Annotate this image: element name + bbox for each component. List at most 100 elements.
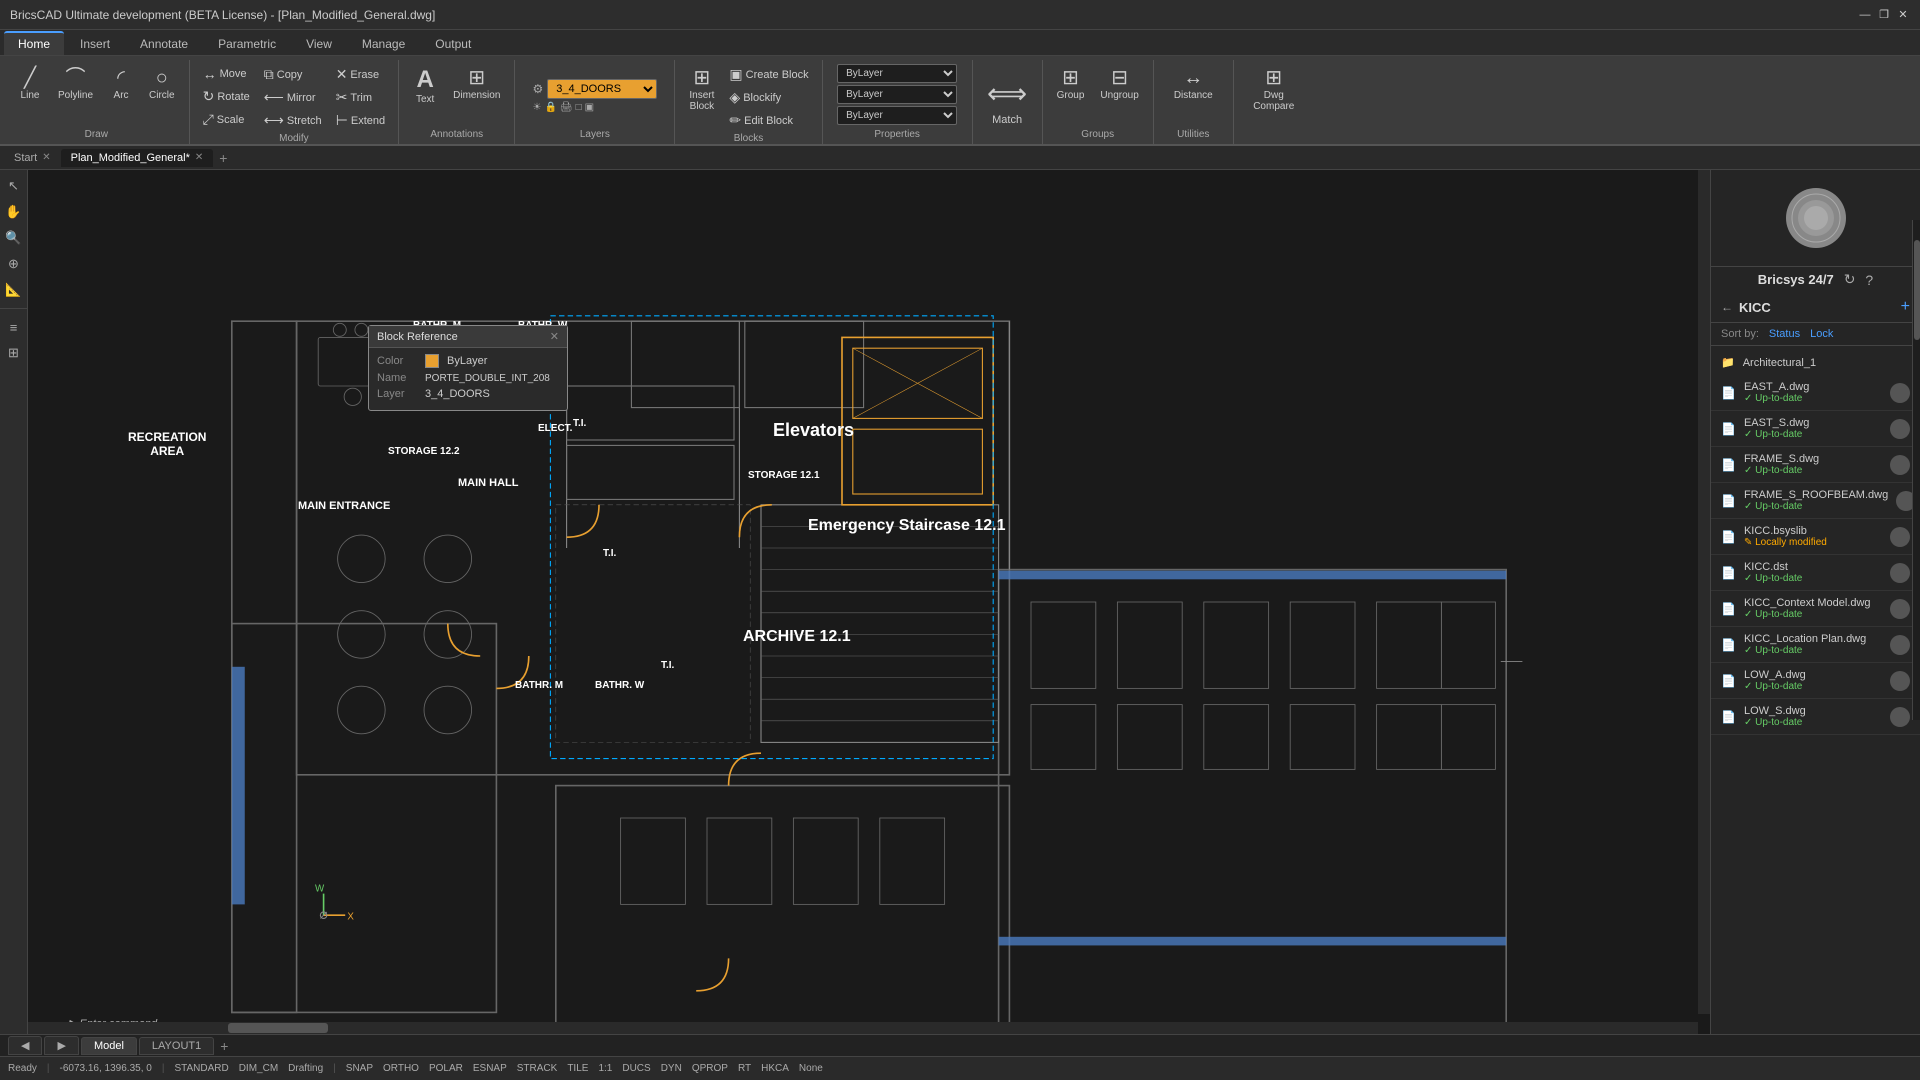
file-status: ✓ Up-to-date bbox=[1744, 609, 1882, 620]
tab-parametric[interactable]: Parametric bbox=[204, 33, 290, 55]
rt-status[interactable]: RT bbox=[738, 1063, 751, 1074]
dimension-button[interactable]: ⊞ Dimension bbox=[447, 64, 506, 105]
popup-close-button[interactable]: ✕ bbox=[550, 330, 559, 343]
mirror-button[interactable]: ⟵ Mirror bbox=[259, 87, 327, 108]
tile-status[interactable]: TILE bbox=[567, 1063, 588, 1074]
doc-tab-start[interactable]: Start ✕ bbox=[4, 149, 61, 167]
ungroup-button[interactable]: ⊟ Ungroup bbox=[1094, 64, 1144, 105]
file-east-a[interactable]: 📄 EAST_A.dwg ✓ Up-to-date bbox=[1711, 375, 1920, 411]
dwg-compare-button[interactable]: ⊞ DwgCompare bbox=[1247, 64, 1300, 116]
properties-tool[interactable]: ⊞ bbox=[2, 341, 26, 365]
sort-lock-button[interactable]: Lock bbox=[1810, 328, 1833, 340]
text-button[interactable]: A Text bbox=[407, 64, 443, 109]
layer-btn-4[interactable]: □ bbox=[576, 102, 582, 113]
layout-tab-model[interactable]: Model bbox=[81, 1037, 137, 1055]
maximize-button[interactable]: ❐ bbox=[1877, 8, 1891, 22]
file-low-s[interactable]: 📄 LOW_S.dwg ✓ Up-to-date bbox=[1711, 699, 1920, 735]
file-frame-s[interactable]: 📄 FRAME_S.dwg ✓ Up-to-date bbox=[1711, 447, 1920, 483]
minimize-button[interactable]: — bbox=[1858, 8, 1872, 22]
line-button[interactable]: ╱ Line bbox=[12, 64, 48, 105]
measure-tool[interactable]: 📐 bbox=[2, 278, 26, 302]
polyline-button[interactable]: ⌒ Polyline bbox=[52, 64, 99, 105]
tab-output[interactable]: Output bbox=[421, 33, 485, 55]
layer-btn-3[interactable]: 🖨 bbox=[560, 102, 573, 113]
layout-nav-next[interactable]: ▶ bbox=[44, 1036, 78, 1055]
copy-button[interactable]: ⧉Copy bbox=[259, 64, 327, 85]
layout-nav-prev[interactable]: ◀ bbox=[8, 1036, 42, 1055]
new-tab-button[interactable]: + bbox=[213, 147, 233, 169]
refresh-panel-button[interactable]: ↻ bbox=[1844, 271, 1856, 288]
canvas-vertical-scrollbar[interactable] bbox=[1698, 170, 1710, 1014]
window-controls[interactable]: — ❐ ✕ bbox=[1858, 8, 1910, 22]
coordinates: -6073.16, 1396.35, 0 bbox=[60, 1063, 152, 1074]
zoom-tool[interactable]: 🔍 bbox=[2, 226, 26, 250]
file-frame-s-roofbeam[interactable]: 📄 FRAME_S_ROOFBEAM.dwg ✓ Up-to-date bbox=[1711, 483, 1920, 519]
panel-scrollbar[interactable] bbox=[1912, 220, 1920, 720]
canvas-horizontal-scrollbar[interactable] bbox=[28, 1022, 1698, 1034]
close-start-tab[interactable]: ✕ bbox=[42, 152, 50, 163]
file-kicc-location[interactable]: 📄 KICC_Location Plan.dwg ✓ Up-to-date bbox=[1711, 627, 1920, 663]
group-button[interactable]: ⊞ Group bbox=[1051, 64, 1091, 105]
strack-status[interactable]: STRACK bbox=[517, 1063, 558, 1074]
hkca-status[interactable]: HKCA bbox=[761, 1063, 789, 1074]
ortho-status[interactable]: ORTHO bbox=[383, 1063, 419, 1074]
esnap-status[interactable]: ESNAP bbox=[473, 1063, 507, 1074]
extend-button[interactable]: ⊢ Extend bbox=[331, 110, 390, 131]
add-file-button[interactable]: + bbox=[1901, 298, 1910, 316]
qprop-status[interactable]: QPROP bbox=[692, 1063, 728, 1074]
canvas-area[interactable]: W X RECREATIONAREA MAIN ENTRANCE MAIN HA… bbox=[28, 170, 1710, 1034]
circle-button[interactable]: ○ Circle bbox=[143, 64, 181, 105]
file-icon: 📄 bbox=[1721, 386, 1736, 400]
doc-tab-plan[interactable]: Plan_Modified_General* ✕ bbox=[61, 149, 214, 167]
tab-annotate[interactable]: Annotate bbox=[126, 33, 202, 55]
tab-home[interactable]: Home bbox=[4, 31, 64, 55]
file-kicc-context[interactable]: 📄 KICC_Context Model.dwg ✓ Up-to-date bbox=[1711, 591, 1920, 627]
insert-block-button[interactable]: ⊞ InsertBlock bbox=[683, 64, 720, 116]
pan-tool[interactable]: ✋ bbox=[2, 200, 26, 224]
layout-tab-layout1[interactable]: LAYOUT1 bbox=[139, 1037, 214, 1055]
add-layout-button[interactable]: + bbox=[216, 1038, 232, 1054]
close-plan-tab[interactable]: ✕ bbox=[195, 152, 203, 163]
back-button[interactable]: ← bbox=[1721, 300, 1733, 314]
erase-button[interactable]: ✕ Erase bbox=[331, 64, 390, 85]
tab-insert[interactable]: Insert bbox=[66, 33, 124, 55]
polar-status[interactable]: POLAR bbox=[429, 1063, 463, 1074]
layers-tool[interactable]: ≡ bbox=[2, 315, 26, 339]
kicc-navigation: ← KICC + bbox=[1711, 292, 1920, 323]
edit-block-button[interactable]: ✏ Edit Block bbox=[724, 110, 813, 131]
tab-view[interactable]: View bbox=[292, 33, 346, 55]
file-kicc-bsyslib[interactable]: 📄 KICC.bsyslib ✎ Locally modified bbox=[1711, 519, 1920, 555]
hscroll-thumb[interactable] bbox=[228, 1023, 328, 1033]
ducs-status[interactable]: DUCS bbox=[622, 1063, 650, 1074]
layer-btn-2[interactable]: 🔒 bbox=[544, 102, 556, 113]
distance-button[interactable]: ↔ Distance bbox=[1168, 64, 1219, 105]
panel-scroll-thumb[interactable] bbox=[1914, 240, 1920, 340]
create-block-button[interactable]: ▣ Create Block bbox=[724, 64, 813, 85]
blockify-button[interactable]: ◈ Blockify bbox=[724, 87, 813, 108]
layer-dropdown[interactable]: 3_4_DOORS bbox=[547, 79, 657, 99]
close-button[interactable]: ✕ bbox=[1896, 8, 1910, 22]
sort-status-button[interactable]: Status bbox=[1769, 328, 1800, 340]
snap-status[interactable]: SNAP bbox=[346, 1063, 373, 1074]
file-kicc-dst[interactable]: 📄 KICC.dst ✓ Up-to-date bbox=[1711, 555, 1920, 591]
folder-architectural[interactable]: 📁 Architectural_1 bbox=[1711, 350, 1920, 375]
lineweight-dropdown[interactable]: ByLayer bbox=[837, 106, 957, 125]
layer-btn-1[interactable]: ☀ bbox=[533, 102, 542, 113]
arc-button[interactable]: ◜ Arc bbox=[103, 64, 139, 105]
stretch-button[interactable]: ⟷ Stretch bbox=[259, 110, 327, 131]
linetype-dropdown[interactable]: ByLayer bbox=[837, 85, 957, 104]
trim-button[interactable]: ✂ Trim bbox=[331, 87, 390, 108]
file-low-a[interactable]: 📄 LOW_A.dwg ✓ Up-to-date bbox=[1711, 663, 1920, 699]
file-east-s[interactable]: 📄 EAST_S.dwg ✓ Up-to-date bbox=[1711, 411, 1920, 447]
layer-btn-5[interactable]: ▣ bbox=[585, 102, 594, 113]
color-dropdown[interactable]: ByLayer bbox=[837, 64, 957, 83]
layer-settings-icon[interactable]: ⚙ bbox=[533, 82, 544, 96]
orbit-tool[interactable]: ⊕ bbox=[2, 252, 26, 276]
select-tool[interactable]: ↖ bbox=[2, 174, 26, 198]
scale-button[interactable]: ⤢ Scale bbox=[198, 109, 255, 130]
tab-manage[interactable]: Manage bbox=[348, 33, 419, 55]
help-panel-button[interactable]: ? bbox=[1865, 272, 1873, 288]
move-button[interactable]: ↔ Move bbox=[198, 64, 255, 84]
rotate-button[interactable]: ↻ Rotate bbox=[198, 86, 255, 107]
dyn-status[interactable]: DYN bbox=[661, 1063, 682, 1074]
